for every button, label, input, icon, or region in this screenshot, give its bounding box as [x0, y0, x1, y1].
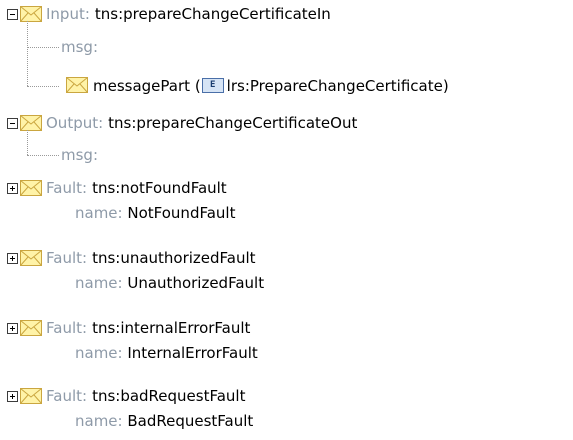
envelope-icon — [20, 180, 42, 196]
tree-connector — [27, 155, 59, 156]
fault-name-label: name: — [75, 204, 123, 222]
fault-name-row: name: InternalErrorFault — [75, 342, 258, 364]
expand-fault-icon[interactable] — [7, 323, 18, 334]
tree-connector — [27, 86, 59, 87]
tree-connector — [27, 130, 28, 155]
fault-keyword: Fault: — [46, 179, 88, 197]
output-row[interactable]: Output: tns:prepareChangeCertificateOut — [46, 112, 357, 134]
collapse-input-icon[interactable] — [7, 9, 18, 20]
fault-name-row: name: NotFoundFault — [75, 202, 235, 224]
expand-fault-icon[interactable] — [7, 253, 18, 264]
envelope-icon — [20, 115, 42, 131]
envelope-icon — [20, 6, 42, 22]
message-part-type: lrs:PrepareChangeCertificate — [226, 77, 443, 95]
fault-name-value: NotFoundFault — [127, 204, 236, 222]
input-row[interactable]: Input: tns:prepareChangeCertificateIn — [46, 3, 331, 25]
collapse-output-icon[interactable] — [7, 118, 18, 129]
element-badge-icon: E — [201, 78, 224, 93]
fault-name-value: InternalErrorFault — [127, 344, 258, 362]
fault-name-value: BadRequestFault — [127, 412, 254, 430]
envelope-icon — [66, 77, 88, 93]
fault-keyword: Fault: — [46, 387, 88, 405]
fault-message-name: tns:badRequestFault — [92, 387, 246, 405]
fault-row[interactable]: Fault: tns:notFoundFault — [46, 177, 227, 199]
fault-row[interactable]: Fault: tns:badRequestFault — [46, 385, 245, 407]
fault-name-label: name: — [75, 274, 123, 292]
message-part-name: messagePart — [93, 77, 191, 95]
fault-message-name: tns:notFoundFault — [92, 179, 227, 197]
tree-connector — [27, 21, 28, 86]
output-msg-row: msg: — [61, 144, 98, 166]
fault-message-name: tns:internalErrorFault — [92, 319, 251, 337]
envelope-icon — [20, 250, 42, 266]
tree-connector — [27, 47, 59, 48]
fault-message-name: tns:unauthorizedFault — [92, 249, 256, 267]
fault-name-label: name: — [75, 412, 123, 430]
message-part-row[interactable]: messagePart (Elrs:PrepareChangeCertifica… — [93, 75, 449, 97]
open-paren: ( — [194, 77, 201, 95]
fault-row[interactable]: Fault: tns:unauthorizedFault — [46, 247, 256, 269]
fault-name-label: name: — [75, 344, 123, 362]
output-msg-label: msg: — [61, 146, 99, 164]
close-paren: ) — [442, 77, 449, 95]
fault-keyword: Fault: — [46, 319, 88, 337]
envelope-icon — [20, 320, 42, 336]
output-keyword: Output: — [46, 114, 104, 132]
fault-name-value: UnauthorizedFault — [127, 274, 265, 292]
input-msg-label: msg: — [61, 38, 99, 56]
input-msg-row: msg: — [61, 36, 98, 58]
fault-row[interactable]: Fault: tns:internalErrorFault — [46, 317, 250, 339]
expand-fault-icon[interactable] — [7, 391, 18, 402]
fault-keyword: Fault: — [46, 249, 88, 267]
input-message-name: tns:prepareChangeCertificateIn — [94, 5, 331, 23]
fault-name-row: name: UnauthorizedFault — [75, 272, 264, 294]
fault-name-row: name: BadRequestFault — [75, 410, 253, 432]
expand-fault-icon[interactable] — [7, 183, 18, 194]
output-message-name: tns:prepareChangeCertificateOut — [108, 114, 358, 132]
input-keyword: Input: — [46, 5, 90, 23]
envelope-icon — [20, 388, 42, 404]
